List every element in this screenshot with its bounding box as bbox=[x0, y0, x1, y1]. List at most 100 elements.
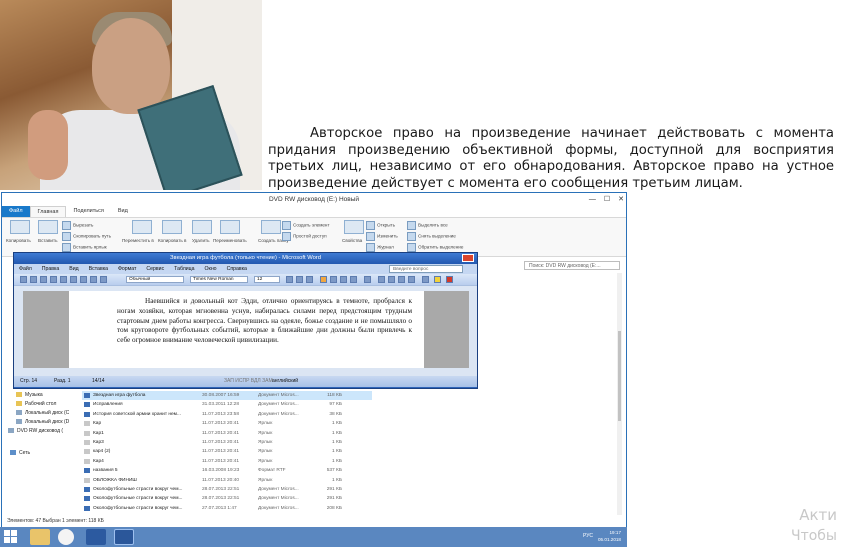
underline-icon[interactable] bbox=[306, 276, 313, 283]
new-doc-icon[interactable] bbox=[20, 276, 27, 283]
numbering-icon[interactable] bbox=[378, 276, 385, 283]
file-row[interactable]: Кар1 11.07.2013 20:41 Ярлык 1 КБ bbox=[82, 429, 372, 438]
menu-help[interactable]: Справка bbox=[222, 264, 252, 274]
copy-icon[interactable] bbox=[90, 276, 97, 283]
font-select[interactable]: Times New Roman bbox=[190, 276, 248, 283]
maximize-icon[interactable]: ☐ bbox=[604, 193, 610, 206]
word-taskbar-icon[interactable] bbox=[114, 529, 134, 545]
help-question-input[interactable]: Введите вопрос bbox=[389, 265, 463, 273]
new-item-button[interactable]: Создать элемент bbox=[282, 221, 330, 230]
history-button[interactable]: Журнал bbox=[366, 243, 394, 252]
keyboard-language[interactable]: РУС bbox=[583, 533, 593, 539]
open-button[interactable]: Открыть bbox=[366, 221, 395, 230]
file-row[interactable]: Околофутбольные страсти вокруг чем... 28.… bbox=[82, 485, 372, 494]
move-to-button[interactable]: Переместить в bbox=[122, 238, 154, 243]
print-icon[interactable] bbox=[50, 276, 57, 283]
file-explorer-taskbar-icon[interactable] bbox=[30, 529, 50, 545]
spelling-icon[interactable] bbox=[70, 276, 77, 283]
increase-indent-icon[interactable] bbox=[408, 276, 415, 283]
menu-file[interactable]: Файл bbox=[14, 264, 37, 274]
delete-button[interactable]: Удалить bbox=[192, 238, 210, 243]
save-icon[interactable] bbox=[40, 276, 47, 283]
activation-watermark-line2: Чтобы bbox=[790, 528, 837, 544]
vertical-scrollbar[interactable] bbox=[617, 273, 622, 515]
font-color-icon[interactable] bbox=[446, 276, 453, 283]
line-spacing-icon[interactable] bbox=[364, 276, 371, 283]
tab-home[interactable]: Главная bbox=[29, 205, 67, 218]
scrollbar-thumb[interactable] bbox=[618, 331, 621, 421]
file-row[interactable]: Кар3 11.07.2013 20:41 Ярлык 1 КБ bbox=[82, 438, 372, 447]
ribbon: Копировать Вставить Вырезать Скопировать… bbox=[2, 217, 626, 257]
font-size-select[interactable]: 12 bbox=[254, 276, 280, 283]
nav-item-dvd[interactable]: DVD RW дисковод ( bbox=[8, 428, 63, 434]
cut-icon[interactable] bbox=[80, 276, 87, 283]
search-input[interactable]: Поиск: DVD RW дисковод (E:... bbox=[524, 261, 620, 270]
document-file-icon bbox=[84, 468, 90, 474]
file-row[interactable]: Звездная игра футбола 30.08.2007 16:59 Док… bbox=[82, 391, 372, 401]
paste-shortcut-button[interactable]: Вставить ярлык bbox=[62, 243, 107, 252]
file-name: кар4 (2) bbox=[93, 449, 111, 455]
word-vertical-scrollbar[interactable] bbox=[469, 291, 477, 368]
nav-item-music[interactable]: Музыка bbox=[16, 392, 43, 398]
menu-format[interactable]: Формат bbox=[113, 264, 141, 274]
minimize-icon[interactable]: — bbox=[589, 193, 596, 206]
select-all-button[interactable]: Выделить все bbox=[407, 221, 448, 230]
nav-item-network[interactable]: Сеть bbox=[10, 450, 30, 456]
menu-window[interactable]: Окно bbox=[200, 264, 222, 274]
properties-button[interactable]: Свойства bbox=[342, 238, 362, 243]
copy-button[interactable]: Копировать bbox=[6, 238, 31, 243]
paste-button[interactable]: Вставить bbox=[38, 238, 57, 243]
invert-selection-button[interactable]: Обратить выделение bbox=[407, 243, 463, 252]
nav-item-drive-d[interactable]: Локальный диск (D bbox=[16, 419, 69, 425]
file-row[interactable]: Исправления 31.03.2011 12:28 Документ Micr… bbox=[82, 400, 372, 409]
align-left-icon[interactable] bbox=[320, 276, 327, 283]
tab-file[interactable]: Файл bbox=[2, 206, 30, 217]
menu-edit[interactable]: Правка bbox=[37, 264, 65, 274]
copy-to-button[interactable]: Копировать в bbox=[158, 238, 186, 243]
edit-button[interactable]: Изменить bbox=[366, 232, 398, 241]
tab-view[interactable]: Вид bbox=[111, 206, 135, 217]
open-doc-icon[interactable] bbox=[30, 276, 37, 283]
file-row[interactable]: Околофутбольные страсти вокруг чем... 27.… bbox=[82, 504, 372, 513]
italic-icon[interactable] bbox=[296, 276, 303, 283]
word-horizontal-scrollbar[interactable] bbox=[14, 368, 477, 376]
cut-button[interactable]: Вырезать bbox=[62, 221, 93, 230]
new-folder-icon bbox=[261, 220, 281, 234]
close-icon[interactable]: ✕ bbox=[618, 193, 624, 206]
copy-path-button[interactable]: Скопировать путь bbox=[62, 232, 111, 241]
menu-tools[interactable]: Сервис bbox=[141, 264, 169, 274]
file-row[interactable]: История советской армии хранит нем... 11.… bbox=[82, 410, 372, 419]
menu-insert[interactable]: Вставка bbox=[84, 264, 113, 274]
nav-item-drive-c[interactable]: Локальный диск (C bbox=[16, 410, 69, 416]
bullets-icon[interactable] bbox=[388, 276, 395, 283]
clock[interactable]: 19:17 05.01.2018 bbox=[598, 529, 621, 543]
tab-share[interactable]: Поделиться bbox=[66, 206, 110, 217]
file-row[interactable]: ОБЛОЖКА ФИНИШ 11.07.2013 20:40 Ярлык 1 КБ bbox=[82, 476, 372, 485]
file-row[interactable]: Околофутбольные страсти вокруг чем... 28.… bbox=[82, 494, 372, 503]
style-select[interactable]: Обычный bbox=[126, 276, 184, 283]
menu-view[interactable]: Вид bbox=[64, 264, 83, 274]
preview-icon[interactable] bbox=[60, 276, 67, 283]
select-none-button[interactable]: Снять выделение bbox=[407, 232, 456, 241]
menu-table[interactable]: Таблица bbox=[169, 264, 199, 274]
border-icon[interactable] bbox=[422, 276, 429, 283]
close-icon[interactable] bbox=[462, 254, 474, 262]
file-row[interactable]: названия 5 16.03.2008 19:23 Формат RTF 537 … bbox=[82, 466, 372, 475]
windows-start-icon[interactable] bbox=[4, 530, 18, 544]
easy-access-button[interactable]: Простой доступ bbox=[282, 232, 327, 241]
file-row[interactable]: кар4 (2) 11.07.2013 20:41 Ярлык 1 КБ bbox=[82, 447, 372, 456]
bold-icon[interactable] bbox=[286, 276, 293, 283]
justify-icon[interactable] bbox=[350, 276, 357, 283]
highlight-icon[interactable] bbox=[434, 276, 441, 283]
document-page[interactable]: Наевшийся и довольный кот Эдди, отлично … bbox=[69, 291, 424, 368]
rename-button[interactable]: Переименовать bbox=[213, 238, 247, 243]
nav-item-desktop[interactable]: Рабочий стол bbox=[16, 401, 56, 407]
decrease-indent-icon[interactable] bbox=[398, 276, 405, 283]
chrome-taskbar-icon[interactable] bbox=[58, 529, 74, 545]
file-row[interactable]: Кар4 11.07.2013 20:41 Ярлык 1 КБ bbox=[82, 457, 372, 466]
file-row[interactable]: Кар 11.07.2013 20:41 Ярлык 1 КБ bbox=[82, 419, 372, 428]
paste-icon[interactable] bbox=[100, 276, 107, 283]
app-taskbar-icon[interactable] bbox=[86, 529, 106, 545]
align-center-icon[interactable] bbox=[330, 276, 337, 283]
align-right-icon[interactable] bbox=[340, 276, 347, 283]
